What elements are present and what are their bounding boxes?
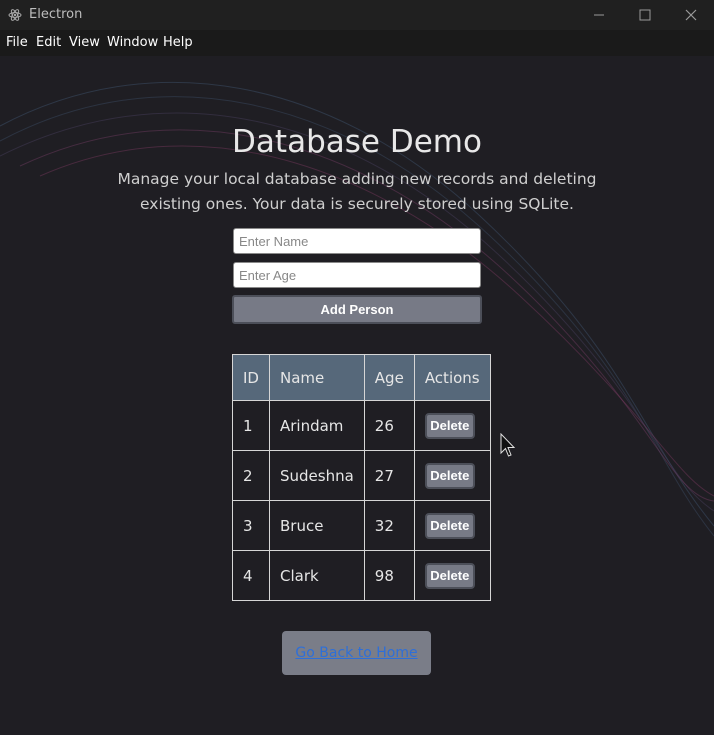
delete-button[interactable]: Delete (424, 562, 475, 589)
cell-name: Bruce (268, 500, 365, 551)
delete-button[interactable]: Delete (424, 412, 475, 439)
maximize-icon (639, 9, 651, 21)
menu-view[interactable]: View (69, 35, 100, 50)
cell-actions: Delete (413, 400, 491, 451)
page-title: Database Demo (232, 124, 482, 160)
cell-age: 27 (363, 450, 415, 501)
table-row: 1 Arindam 26 Delete (232, 400, 491, 451)
table-row: 4 Clark 98 Delete (232, 550, 491, 601)
cell-name: Sudeshna (268, 450, 365, 501)
cell-id: 1 (232, 400, 270, 451)
header-id: ID (232, 354, 270, 401)
cell-actions: Delete (413, 450, 491, 501)
close-icon (685, 9, 697, 21)
page-subtitle: Manage your local database adding new re… (117, 170, 597, 213)
minimize-icon (594, 14, 604, 16)
age-input[interactable] (233, 262, 481, 288)
add-person-button[interactable]: Add Person (232, 295, 482, 324)
cell-age: 98 (363, 550, 415, 601)
menu-help[interactable]: Help (163, 35, 193, 50)
home-link[interactable]: Go Back to Home (295, 645, 417, 661)
menu-edit[interactable]: Edit (36, 35, 61, 50)
name-input[interactable] (233, 228, 481, 254)
close-button[interactable] (668, 0, 714, 30)
menu-file[interactable]: File (6, 35, 28, 50)
cell-age: 32 (363, 500, 415, 551)
maximize-button[interactable] (622, 0, 668, 30)
home-button[interactable]: Go Back to Home (282, 631, 431, 675)
table-row: 2 Sudeshna 27 Delete (232, 450, 491, 501)
cell-id: 2 (232, 450, 270, 501)
people-table: ID Name Age Actions 1 Arindam 26 Delete … (232, 354, 491, 601)
mouse-cursor-icon (500, 433, 516, 457)
window-title: Electron (29, 7, 83, 22)
electron-atom-icon (8, 9, 22, 21)
header-actions: Actions (413, 354, 491, 401)
cell-actions: Delete (413, 500, 491, 551)
cell-id: 4 (232, 550, 270, 601)
delete-button[interactable]: Delete (424, 462, 475, 489)
minimize-button[interactable] (576, 0, 622, 30)
table-row: 3 Bruce 32 Delete (232, 500, 491, 551)
delete-button[interactable]: Delete (424, 512, 475, 539)
table-header-row: ID Name Age Actions (232, 354, 491, 401)
menu-bar: File Edit View Window Help (0, 30, 714, 56)
header-name: Name (268, 354, 365, 401)
cell-actions: Delete (413, 550, 491, 601)
cell-id: 3 (232, 500, 270, 551)
cell-name: Arindam (268, 400, 365, 451)
cell-name: Clark (268, 550, 365, 601)
menu-window[interactable]: Window (107, 35, 158, 50)
title-bar: Electron (0, 0, 714, 30)
main-content: Database Demo Manage your local database… (0, 56, 714, 735)
cell-age: 26 (363, 400, 415, 451)
header-age: Age (363, 354, 415, 401)
